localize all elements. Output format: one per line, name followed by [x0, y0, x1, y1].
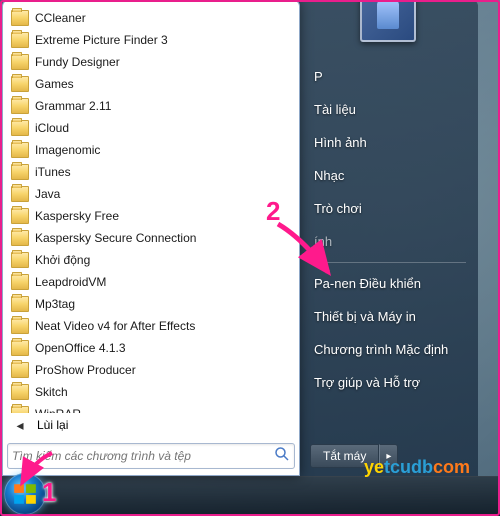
- program-folder-item[interactable]: Fundy Designer: [7, 51, 295, 73]
- program-label: LeapdroidVM: [35, 275, 106, 289]
- program-folder-item[interactable]: Skitch: [7, 381, 295, 403]
- user-name[interactable]: P: [298, 60, 478, 93]
- folder-icon: [11, 318, 29, 334]
- shutdown-menu-button[interactable]: ▸: [379, 444, 398, 468]
- program-label: iCloud: [35, 121, 69, 135]
- link-default-programs[interactable]: Chương trình Mặc định: [298, 333, 478, 366]
- program-label: Imagenomic: [35, 143, 100, 157]
- folder-icon: [11, 274, 29, 290]
- program-folder-item[interactable]: WinRAR: [7, 403, 295, 413]
- program-label: iTunes: [35, 165, 71, 179]
- program-folder-item[interactable]: Java: [7, 183, 295, 205]
- folder-icon: [11, 230, 29, 246]
- program-label: CCleaner: [35, 11, 86, 25]
- folder-icon: [11, 208, 29, 224]
- start-button[interactable]: [4, 473, 46, 515]
- folder-icon: [11, 384, 29, 400]
- program-folder-item[interactable]: Grammar 2.11: [7, 95, 295, 117]
- link-games[interactable]: Trò chơi: [298, 192, 478, 225]
- all-programs-list: CCleaner Extreme Picture Finder 3 Fundy De…: [7, 5, 295, 413]
- program-label: Fundy Designer: [35, 55, 120, 69]
- shutdown-button[interactable]: Tắt máy: [310, 444, 379, 468]
- program-folder-item[interactable]: Imagenomic: [7, 139, 295, 161]
- folder-icon: [11, 186, 29, 202]
- program-folder-item[interactable]: Games: [7, 73, 295, 95]
- program-folder-item[interactable]: CCleaner: [7, 7, 295, 29]
- link-devices-printers[interactable]: Thiết bị và Máy in: [298, 300, 478, 333]
- program-label: Neat Video v4 for After Effects: [35, 319, 195, 333]
- program-folder-item[interactable]: Mp3tag: [7, 293, 295, 315]
- program-folder-item[interactable]: ProShow Producer: [7, 359, 295, 381]
- program-folder-item[interactable]: OpenOffice 4.1.3: [7, 337, 295, 359]
- program-label: Skitch: [35, 385, 68, 399]
- folder-icon: [11, 142, 29, 158]
- start-menu: CCleaner Extreme Picture Finder 3 Fundy De…: [2, 0, 300, 476]
- link-computer-partial[interactable]: ính: [298, 225, 478, 258]
- program-label: Mp3tag: [35, 297, 75, 311]
- search-box[interactable]: [7, 443, 295, 469]
- windows-logo-icon: [12, 481, 38, 507]
- folder-icon: [11, 76, 29, 92]
- program-label: Games: [35, 77, 74, 91]
- link-music[interactable]: Nhạc: [298, 159, 478, 192]
- search-icon: [274, 446, 290, 467]
- folder-icon: [11, 98, 29, 114]
- folder-icon: [11, 252, 29, 268]
- program-label: Grammar 2.11: [35, 99, 111, 113]
- taskbar: [0, 476, 500, 516]
- shutdown-group: Tắt máy ▸: [310, 444, 398, 468]
- link-control-panel[interactable]: Pa-nen Điều khiển: [298, 267, 478, 300]
- back-arrow-icon: ◂: [11, 416, 29, 434]
- search-input[interactable]: [12, 449, 274, 463]
- program-folder-item[interactable]: Extreme Picture Finder 3: [7, 29, 295, 51]
- program-folder-item[interactable]: Kaspersky Secure Connection: [7, 227, 295, 249]
- user-picture[interactable]: [360, 0, 416, 42]
- program-folder-item[interactable]: Neat Video v4 for After Effects: [7, 315, 295, 337]
- program-folder-item[interactable]: iCloud: [7, 117, 295, 139]
- program-label: Kaspersky Free: [35, 209, 119, 223]
- link-pictures[interactable]: Hình ảnh: [298, 126, 478, 159]
- program-label: Java: [35, 187, 60, 201]
- program-label: ProShow Producer: [35, 363, 136, 377]
- back-button[interactable]: ◂ Lùi lại: [7, 413, 295, 437]
- folder-icon: [11, 406, 29, 413]
- folder-icon: [11, 164, 29, 180]
- folder-icon: [11, 362, 29, 378]
- folder-icon: [11, 54, 29, 70]
- program-folder-item[interactable]: Kaspersky Free: [7, 205, 295, 227]
- program-folder-item[interactable]: Khởi động: [7, 249, 295, 271]
- program-label: OpenOffice 4.1.3: [35, 341, 126, 355]
- program-label: Kaspersky Secure Connection: [35, 231, 196, 245]
- folder-icon: [11, 10, 29, 26]
- folder-icon: [11, 340, 29, 356]
- folder-icon: [11, 32, 29, 48]
- folder-icon: [11, 120, 29, 136]
- program-label: Extreme Picture Finder 3: [35, 33, 168, 47]
- program-label: Khởi động: [35, 253, 90, 267]
- link-documents[interactable]: Tài liệu: [298, 93, 478, 126]
- folder-icon: [11, 296, 29, 312]
- separator: [310, 262, 466, 263]
- program-folder-item[interactable]: LeapdroidVM: [7, 271, 295, 293]
- back-label: Lùi lại: [37, 418, 68, 432]
- link-help-support[interactable]: Trợ giúp và Hỗ trợ: [298, 366, 478, 399]
- program-folder-item[interactable]: iTunes: [7, 161, 295, 183]
- start-menu-right-panel: P Tài liệu Hình ảnh Nhạc Trò chơi ính Pa…: [298, 0, 478, 476]
